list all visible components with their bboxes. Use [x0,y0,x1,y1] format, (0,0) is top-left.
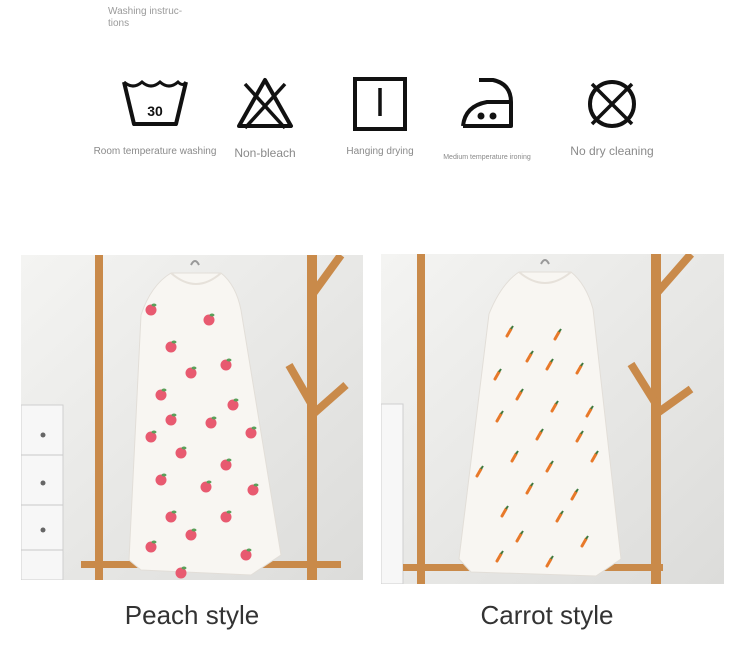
peach-towel-image [21,255,363,580]
care-label-washing: Room temperature washing [93,146,217,157]
peach-leaf [161,473,167,477]
peach-leaf [191,366,197,370]
peach-leaf [226,458,232,462]
peach-leaf [226,510,232,514]
peach-leaf [246,548,252,552]
peach-leaf [151,303,157,307]
peach-leaf [181,446,187,450]
care-item-drying: Hanging drying [340,76,420,157]
product-photo-peach [21,255,363,580]
peach-leaf [161,388,167,392]
washing-title-line1: Washing instruc- [108,6,183,17]
washing-instructions-title: Washing instruc- tions [108,6,203,30]
peach-leaf [151,540,157,544]
iron-medium-icon [461,78,513,128]
washing-title-line2: tions [108,18,130,29]
peach-leaf [233,398,239,402]
peach-leaf [211,416,217,420]
care-item-washing: 30 Room temperature washing [90,76,220,157]
product-photo-carrot [381,254,724,584]
carrot-style-label: Carrot style [480,600,614,630]
peach-leaf [171,340,177,344]
care-item-ironing: Medium temperature ironing [432,76,542,161]
peach-leaf [171,413,177,417]
peach-leaf [253,483,259,487]
hang-dry-icon [353,77,407,131]
care-label-drying: Hanging drying [346,146,414,157]
care-label-dryclean: No dry cleaning [570,144,654,158]
no-bleach-icon [237,78,293,130]
peach-leaf [181,566,187,570]
care-label-ironing: Medium temperature ironing [443,154,531,161]
peach-leaf [226,358,232,362]
care-label-bleach: Non-bleach [234,146,296,160]
peach-leaf [206,480,212,484]
peach-leaf [171,510,177,514]
wash-30-icon: 30 [122,79,188,126]
peach-leaf [251,426,257,430]
peach-leaf [209,313,215,317]
peach-leaf [191,528,197,532]
peach-style-label: Peach style [124,600,260,630]
carrot-towel-image [381,254,724,584]
care-item-dryclean: No dry cleaning [562,76,662,158]
wash-temp-text: 30 [147,103,163,119]
peach-leaf [151,430,157,434]
care-item-bleach: Non-bleach [225,76,305,160]
no-dry-clean-icon [588,80,636,128]
